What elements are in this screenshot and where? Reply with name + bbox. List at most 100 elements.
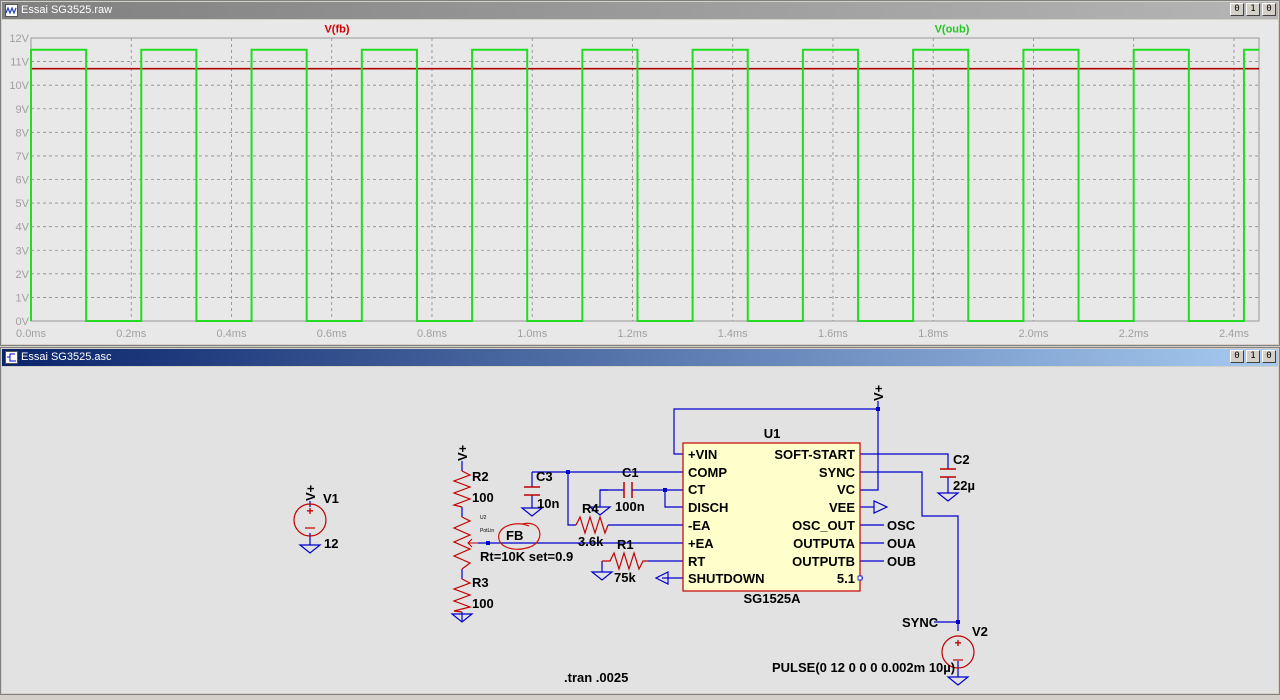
waveform-plot[interactable]: 0V 1V 2V 3V 4V 5V 6V 7V 8V 9V 10V 11V 12V 0.0ms 0.2ms… — [2, 20, 1280, 346]
voltage-source-v2[interactable]: SYNC + V2 PULSE(0 12 0 0 0 0.002m 10µ) — [772, 615, 988, 686]
r2-value: 100 — [472, 490, 494, 505]
fb-net-label[interactable]: FB — [498, 522, 541, 550]
oub-net-label[interactable]: OUB — [887, 554, 916, 569]
y-tick-label: 0V — [16, 316, 30, 328]
x-tick-label: 2.0ms — [1018, 328, 1048, 340]
pin-5v1: 5.1 — [837, 571, 855, 586]
vee-flag-icon — [873, 500, 889, 514]
capacitor-c2[interactable]: C2 22µ — [936, 452, 975, 502]
c1-value: 100n — [615, 499, 645, 514]
pin-plus-ea: +EA — [688, 536, 714, 551]
schematic-canvas[interactable]: U1 SG1525A +VIN COMP CT DISCH -EA +EA RT… — [2, 367, 1280, 695]
r1-value: 75k — [614, 570, 636, 585]
y-axis-ticks: 0V 1V 2V 3V 4V 5V 6V 7V 8V 9V 10V 11V 12V — [9, 33, 29, 328]
r1-ref: R1 — [617, 537, 634, 552]
y-tick-label: 5V — [16, 198, 30, 210]
ic-u1[interactable]: U1 SG1525A +VIN COMP CT DISCH -EA +EA RT… — [682, 426, 863, 606]
maximize-button[interactable]: 1 — [1246, 3, 1260, 16]
fb-label-text: FB — [506, 528, 523, 543]
c2-ref: C2 — [953, 452, 970, 467]
y-tick-label: 4V — [16, 222, 30, 234]
oua-net-label[interactable]: OUA — [887, 536, 917, 551]
plot-grid — [31, 38, 1259, 321]
vplus-label-u1[interactable]: V+ — [871, 384, 886, 401]
y-tick-label: 9V — [16, 104, 30, 116]
vplus-label-r2: V+ — [455, 444, 470, 461]
y-tick-label: 7V — [16, 151, 30, 163]
waveform-titlebar[interactable]: Essai SG3525.raw 0 1 0 — [2, 2, 1278, 19]
pot-tiny-label: PotLin — [480, 528, 494, 534]
ground-icon — [298, 544, 322, 554]
x-tick-label: 0.8ms — [417, 328, 447, 340]
pin-rt: RT — [688, 554, 705, 569]
trace-label-fb[interactable]: V(fb) — [324, 24, 349, 36]
pin-vc: VC — [837, 482, 856, 497]
resistor-r4[interactable]: R4 3.6k — [575, 501, 609, 549]
schematic-window[interactable]: Essai SG3525.asc 0 1 0 U1 SG1525A +VIN C… — [0, 347, 1280, 695]
x-axis-ticks: 0.0ms 0.2ms 0.4ms 0.6ms 0.8ms 1.0ms 1.2ms 1.4ms… — [16, 328, 1249, 340]
minimize-button[interactable]: 0 — [1230, 350, 1244, 363]
capacitor-c3[interactable]: C3 10n — [520, 469, 559, 517]
y-tick-label: 8V — [16, 127, 30, 139]
y-tick-label: 3V — [16, 245, 30, 257]
ground-icon — [946, 676, 970, 686]
waveform-window-title: Essai SG3525.raw — [21, 4, 113, 16]
pin-ct: CT — [688, 482, 705, 497]
pot-value: Rt=10K set=0.9 — [480, 549, 573, 564]
c2-value: 22µ — [953, 478, 975, 493]
y-tick-label: 11V — [10, 57, 29, 69]
v1-value: 12 — [324, 536, 338, 551]
vplus-label-v1: V+ — [303, 484, 318, 501]
c1-ref: C1 — [622, 465, 639, 480]
minimize-button[interactable]: 0 — [1230, 3, 1244, 16]
x-tick-label: 1.6ms — [818, 328, 848, 340]
schematic-titlebar[interactable]: Essai SG3525.asc 0 1 0 — [2, 349, 1278, 366]
x-tick-label: 2.2ms — [1119, 328, 1149, 340]
y-tick-label: 1V — [16, 292, 30, 304]
pin-osc-out: OSC_OUT — [792, 518, 855, 533]
c3-ref: C3 — [536, 469, 553, 484]
x-tick-label: 1.0ms — [517, 328, 547, 340]
maximize-button[interactable]: 1 — [1246, 350, 1260, 363]
r3-ref: R3 — [472, 575, 489, 590]
x-tick-label: 0.2ms — [116, 328, 146, 340]
pin-vee: VEE — [829, 500, 855, 515]
x-tick-label: 2.4ms — [1219, 328, 1249, 340]
osc-net-label[interactable]: OSC — [887, 518, 916, 533]
schematic-file-icon — [5, 351, 18, 364]
plus-sign-icon: + — [954, 636, 961, 650]
pin-comp: COMP — [688, 465, 727, 480]
x-tick-label: 1.2ms — [617, 328, 647, 340]
ground-icon — [936, 492, 960, 502]
y-tick-label: 12V — [9, 33, 29, 45]
waveform-file-icon — [5, 4, 18, 17]
trace-label-oub[interactable]: V(oub) — [935, 24, 970, 36]
plus-sign-icon: + — [306, 504, 313, 518]
plot-series — [30, 48, 1259, 322]
spice-directive[interactable]: .tran .0025 — [564, 670, 628, 685]
pin-vin: +VIN — [688, 447, 717, 462]
resistor-r2[interactable]: V+ R2 100 — [451, 444, 494, 508]
voltage-source-v1[interactable]: V+ + V1 12 — [293, 484, 339, 554]
y-tick-label: 6V — [16, 175, 30, 187]
v1-ref: V1 — [323, 491, 339, 506]
close-button[interactable]: 0 — [1262, 3, 1276, 16]
pin-outputb: OUTPUTB — [792, 554, 855, 569]
waveform-window[interactable]: Essai SG3525.raw 0 1 0 0V 1V 2V 3V 4V 5V 6V 7V 8… — [0, 0, 1280, 346]
resistor-r3[interactable]: R3 100 — [450, 575, 494, 623]
r2-ref: R2 — [472, 469, 489, 484]
x-tick-label: 1.8ms — [918, 328, 948, 340]
x-tick-label: 1.4ms — [718, 328, 748, 340]
schematic-window-title: Essai SG3525.asc — [21, 351, 112, 363]
v2-ref: V2 — [972, 624, 988, 639]
pin-5v1-terminal — [857, 575, 863, 581]
x-tick-label: 0.4ms — [217, 328, 247, 340]
series-line-v-oub — [30, 48, 1259, 322]
close-button[interactable]: 0 — [1262, 350, 1276, 363]
x-tick-label: 0.0ms — [16, 328, 46, 340]
ic-part-name: SG1525A — [743, 591, 801, 606]
pot-tiny-ref: U2 — [480, 515, 487, 521]
pin-shutdown: SHUTDOWN — [688, 571, 765, 586]
r3-value: 100 — [472, 596, 494, 611]
c3-value: 10n — [537, 496, 559, 511]
